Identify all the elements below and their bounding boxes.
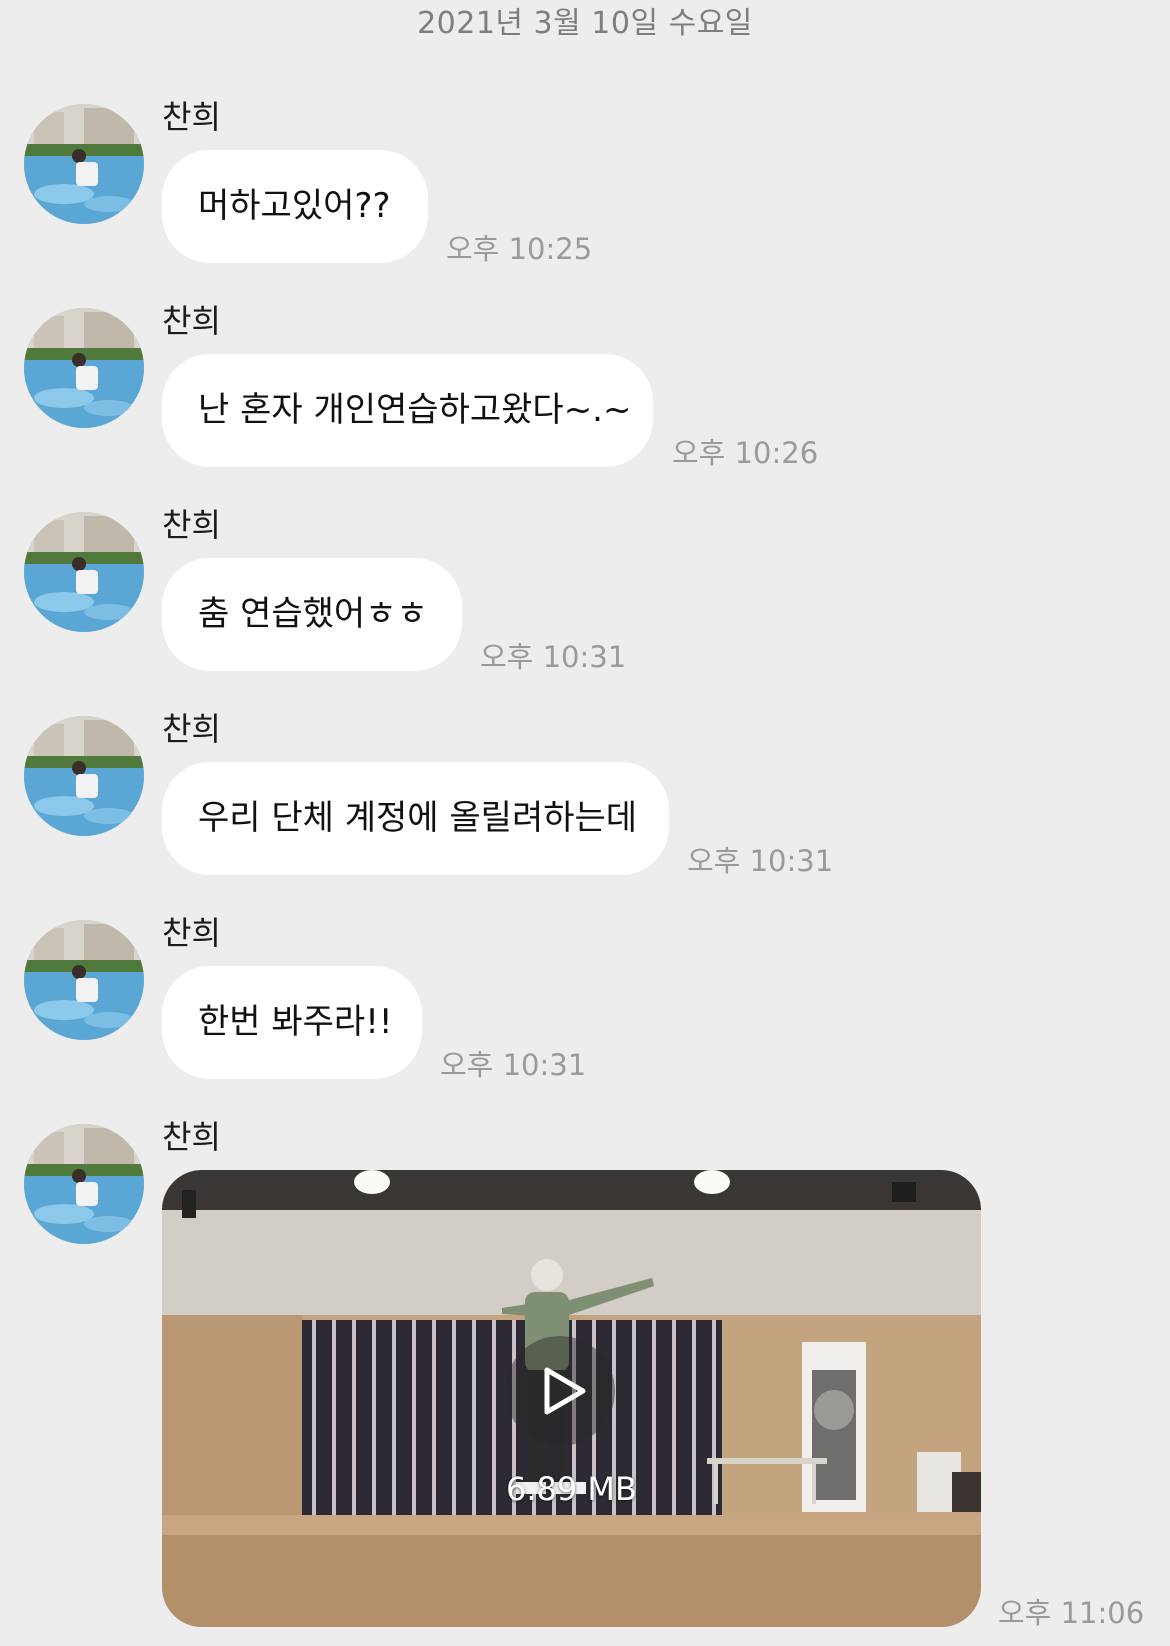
sender-name: 찬희 xyxy=(162,914,221,952)
video-attachment[interactable]: 6.89 MB xyxy=(162,1170,981,1627)
profile-photo-icon xyxy=(24,920,144,1040)
avatar[interactable] xyxy=(24,920,144,1040)
profile-photo-icon xyxy=(24,104,144,224)
date-header: 2021년 3월 10일 수요일 xyxy=(417,6,753,41)
profile-photo-icon xyxy=(24,308,144,428)
message-bubble[interactable]: 우리 단체 계정에 올릴려하는데 xyxy=(162,762,669,875)
sender-name: 찬희 xyxy=(162,506,221,544)
message-time: 오후 10:31 xyxy=(440,1048,587,1082)
message-bubble[interactable]: 한번 봐주라!! xyxy=(162,966,422,1079)
sender-name: 찬희 xyxy=(162,98,221,136)
sender-name: 찬희 xyxy=(162,302,221,340)
avatar[interactable] xyxy=(24,104,144,224)
avatar[interactable] xyxy=(24,308,144,428)
message-time: 오후 10:31 xyxy=(687,844,834,878)
profile-photo-icon xyxy=(24,512,144,632)
message-time: 오후 10:31 xyxy=(480,640,627,674)
sender-name: 찬희 xyxy=(162,1118,221,1156)
message-time: 오후 10:25 xyxy=(446,232,593,266)
play-button[interactable] xyxy=(505,1336,615,1446)
profile-photo-icon xyxy=(24,1124,144,1244)
message-bubble[interactable]: 난 혼자 개인연습하고왔다~.~ xyxy=(162,354,653,467)
message-time: 오후 10:26 xyxy=(672,436,819,470)
avatar[interactable] xyxy=(24,1124,144,1244)
avatar[interactable] xyxy=(24,512,144,632)
message-bubble[interactable]: 머하고있어?? xyxy=(162,150,428,263)
sender-name: 찬희 xyxy=(162,710,221,748)
avatar[interactable] xyxy=(24,716,144,836)
profile-photo-icon xyxy=(24,716,144,836)
play-icon xyxy=(544,1367,586,1415)
message-bubble[interactable]: 춤 연습했어ㅎㅎ xyxy=(162,558,462,671)
message-time: 오후 11:06 xyxy=(998,1596,1145,1630)
video-size-label: 6.89 MB xyxy=(506,1470,637,1508)
